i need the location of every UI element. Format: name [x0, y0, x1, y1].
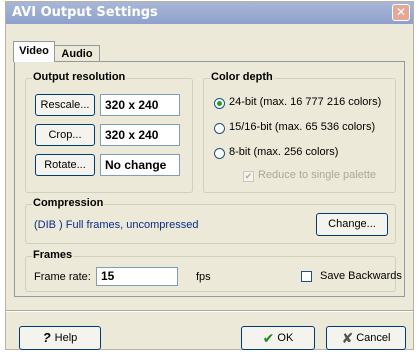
video-tab-panel: Output resolution Rescale... 320 x 240 C…	[14, 61, 405, 297]
radio-24-bit-label[interactable]: 24-bit (max. 16 777 216 colors)	[229, 96, 381, 108]
avi-output-settings-dialog: AVI Output Settings ✕ Video Audio Output…	[5, 1, 414, 350]
ok-button[interactable]: ✔ OK	[241, 326, 315, 350]
crop-button[interactable]: Crop...	[35, 124, 95, 146]
compression-group: Compression (DIB ) Full frames, uncompre…	[25, 197, 396, 244]
ok-button-label: OK	[277, 332, 294, 344]
frame-rate-label: Frame rate:	[34, 271, 91, 283]
tab-audio[interactable]: Audio	[54, 45, 100, 62]
footer-divider	[6, 310, 413, 312]
rotate-value-field: No change	[100, 154, 180, 176]
tab-audio-label: Audio	[61, 48, 93, 60]
fps-label: fps	[196, 271, 211, 283]
reduce-palette-checkbox[interactable]: ✔	[243, 171, 254, 182]
close-icon: ✕	[395, 5, 407, 19]
close-button[interactable]: ✕	[392, 4, 410, 21]
help-button-label: Help	[54, 332, 78, 344]
tab-video-label: Video	[19, 45, 49, 57]
frames-group: Frames Frame rate: 15 fps Save Backwards	[25, 249, 402, 292]
rescale-button[interactable]: Rescale...	[35, 94, 95, 116]
window-title: AVI Output Settings	[12, 5, 158, 20]
help-button[interactable]: ? Help	[19, 326, 101, 350]
change-button-label: Change...	[328, 218, 376, 230]
codec-name: (DIB ) Full frames, uncompressed	[34, 219, 199, 231]
radio-15-16-bit[interactable]	[214, 123, 225, 134]
rotate-button-label: Rotate...	[44, 159, 86, 171]
cancel-button[interactable]: ✘ Cancel	[326, 326, 406, 350]
radio-8-bit-label[interactable]: 8-bit (max. 256 colors)	[229, 146, 338, 158]
question-mark-icon: ?	[42, 330, 51, 346]
crop-value-field: 320 x 240	[100, 124, 180, 146]
color-depth-title: Color depth	[210, 71, 274, 83]
radio-24-bit[interactable]	[214, 98, 225, 109]
title-bar[interactable]: AVI Output Settings ✕	[6, 2, 413, 24]
output-resolution-group: Output resolution Rescale... 320 x 240 C…	[25, 71, 193, 193]
crop-button-label: Crop...	[48, 129, 82, 141]
output-resolution-title: Output resolution	[32, 71, 127, 83]
cancel-button-label: Cancel	[356, 332, 391, 344]
tab-video[interactable]: Video	[13, 41, 55, 62]
radio-15-16-bit-label[interactable]: 15/16-bit (max. 65 536 colors)	[229, 121, 375, 133]
save-backwards-checkbox[interactable]	[301, 271, 312, 282]
cancel-x-icon: ✘	[341, 330, 354, 347]
frame-rate-input[interactable]: 15	[96, 267, 178, 286]
reduce-palette-label: Reduce to single palette	[258, 169, 377, 181]
compression-title: Compression	[32, 197, 105, 209]
rescale-button-label: Rescale...	[40, 99, 90, 111]
color-depth-group: Color depth 24-bit (max. 16 777 216 colo…	[203, 71, 396, 193]
frames-title: Frames	[32, 249, 74, 261]
save-backwards-label[interactable]: Save Backwards	[320, 270, 402, 282]
rotate-button[interactable]: Rotate...	[35, 154, 95, 176]
rescale-value-field: 320 x 240	[100, 94, 180, 116]
checkmark-icon: ✔	[262, 330, 275, 347]
radio-8-bit[interactable]	[214, 148, 225, 159]
change-compression-button[interactable]: Change...	[316, 213, 388, 236]
